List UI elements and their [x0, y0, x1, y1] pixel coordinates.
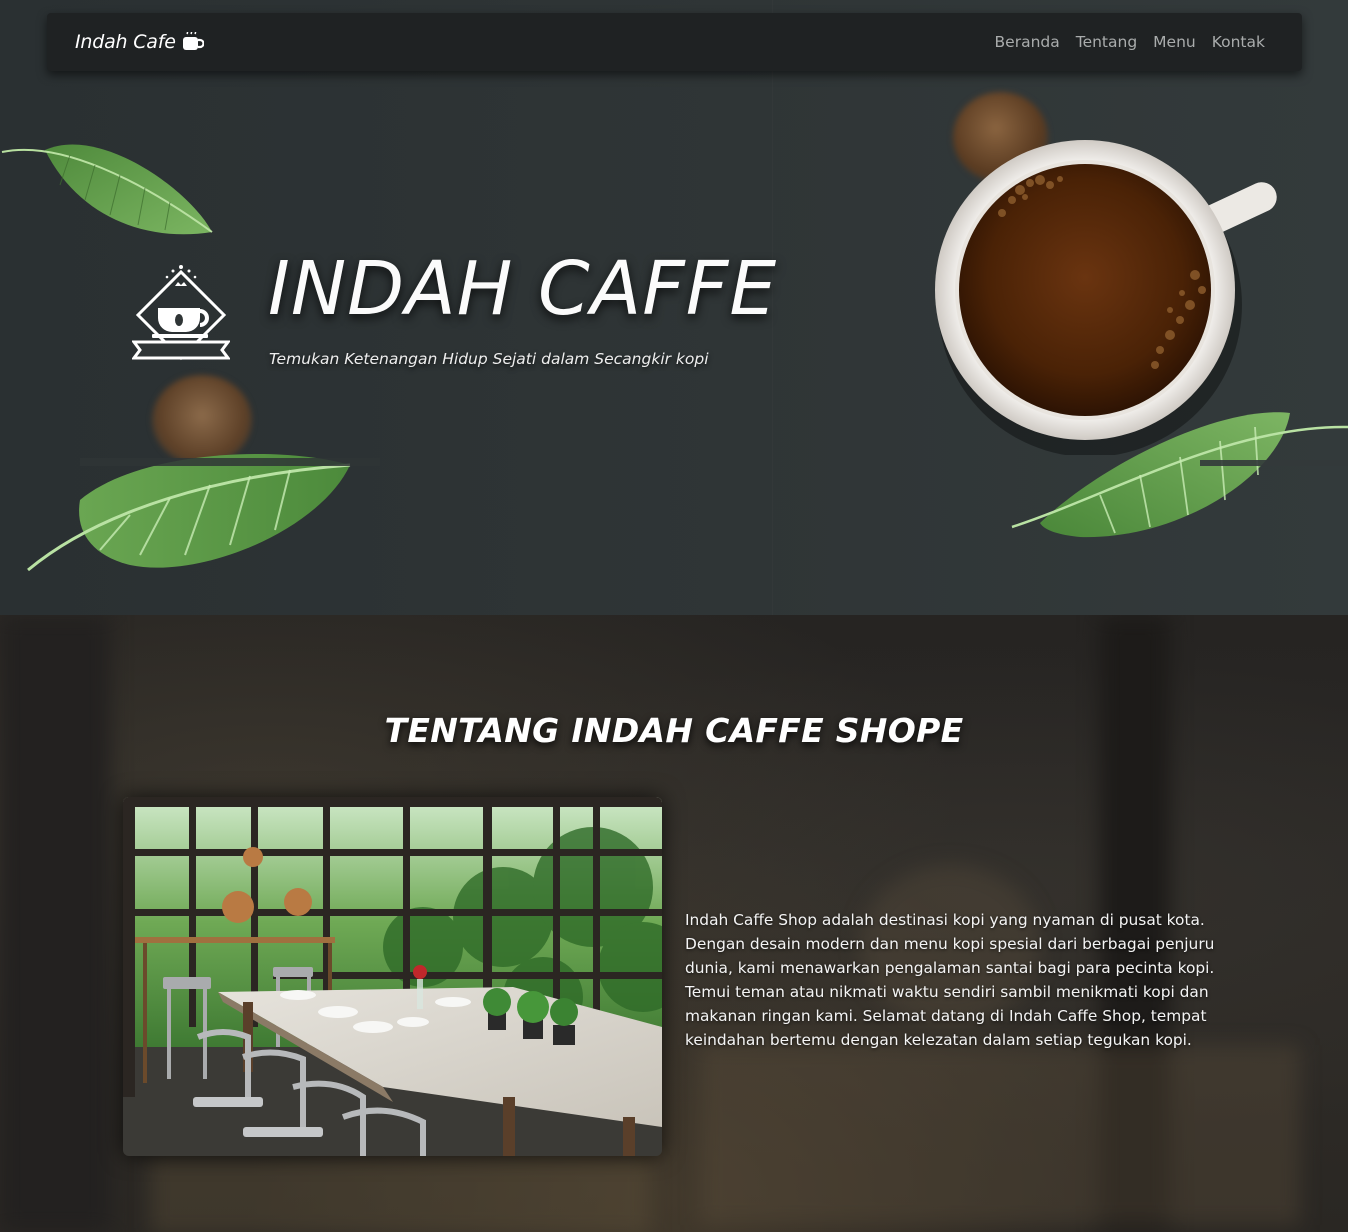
nav-link-tentang[interactable]: Tentang — [1076, 33, 1137, 51]
nav-link-beranda[interactable]: Beranda — [995, 33, 1060, 51]
leaf-decoration — [1, 144, 213, 235]
about-description: Indah Caffe Shop adalah destinasi kopi y… — [685, 911, 1215, 1049]
hero-title: INDAH CAFFE — [268, 246, 778, 332]
about-section: TENTANG INDAH CAFFE SHOPE Indah Caffe Sh… — [0, 615, 1348, 1232]
coffee-cup-image — [935, 140, 1277, 455]
nav-link-menu[interactable]: Menu — [1153, 33, 1196, 51]
nav-link-kontak[interactable]: Kontak — [1212, 33, 1265, 51]
background-blur — [700, 1045, 1300, 1225]
hero-subtitle: Temukan Ketenangan Hidup Sejati dalam Se… — [269, 350, 709, 368]
coffee-cup-emblem-icon — [132, 265, 230, 361]
navbar: Indah Cafe Beranda Tentang Menu Kontak — [47, 13, 1302, 71]
coffee-mug-icon — [182, 32, 204, 52]
background-blur — [0, 615, 110, 1232]
background-blur — [150, 1155, 650, 1232]
leaf-decoration — [27, 454, 380, 572]
nav-links: Beranda Tentang Menu Kontak — [995, 33, 1265, 51]
brand-name: Indah Cafe — [75, 31, 176, 53]
about-title: TENTANG INDAH CAFFE SHOPE — [384, 711, 964, 750]
brand[interactable]: Indah Cafe — [75, 31, 204, 53]
hero-section: Indah Cafe Beranda Tentang Menu Kontak I… — [0, 0, 1348, 615]
cafe-interior-photo — [123, 797, 662, 1156]
